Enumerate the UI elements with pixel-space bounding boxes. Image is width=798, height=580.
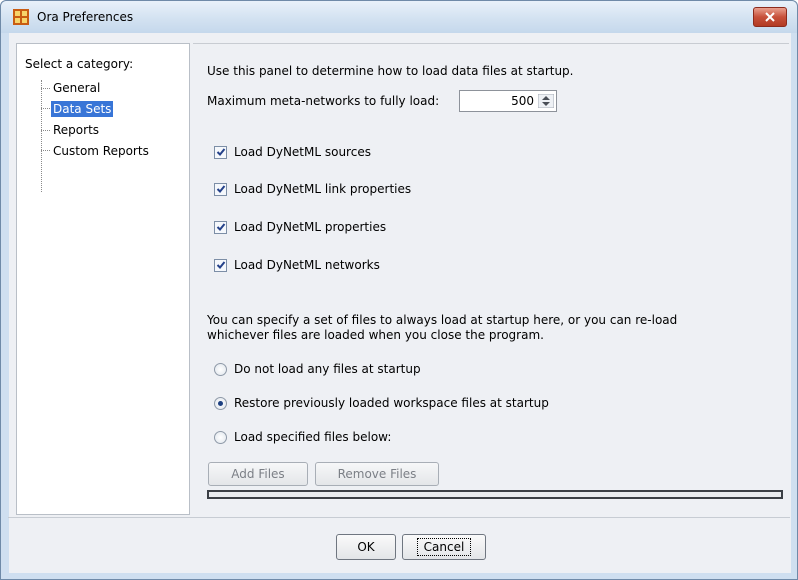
max-networks-label: Maximum meta-networks to fully load:	[207, 94, 440, 108]
radio-selected-dot	[218, 400, 223, 406]
sidebar-item-reports[interactable]: Reports	[51, 122, 101, 138]
radio-do-not-load-label: Do not load any files at startup	[234, 362, 421, 376]
load-sources-label: Load DyNetML sources	[234, 145, 371, 159]
checkmark-icon	[216, 261, 225, 269]
cancel-button-label: Cancel	[416, 538, 472, 556]
checkbox-load-link-properties[interactable]	[214, 182, 227, 196]
close-icon	[765, 12, 775, 22]
startup-note-line-1: You can specify a set of files to always…	[207, 313, 678, 327]
panel-intro: Use this panel to determine how to load …	[207, 64, 574, 78]
sidebar-item-data-sets[interactable]: Data Sets	[51, 101, 114, 117]
remove-files-button[interactable]: Remove Files	[315, 462, 439, 486]
tree-connector	[41, 150, 50, 151]
radio-do-not-load[interactable]	[214, 362, 227, 376]
radio-load-specified-label: Load specified files below:	[234, 430, 392, 444]
window-title: Ora Preferences	[37, 10, 134, 24]
load-sources-checkbox-row[interactable]: Load DyNetML sources	[214, 143, 371, 161]
radio-row-restore[interactable]: Restore previously loaded workspace file…	[214, 394, 549, 412]
footer-divider	[8, 517, 790, 518]
checkmark-icon	[216, 148, 225, 156]
load-link-properties-checkbox-row[interactable]: Load DyNetML link properties	[214, 180, 411, 198]
spinner-arrows-icon[interactable]	[538, 94, 554, 108]
load-properties-label: Load DyNetML properties	[234, 220, 387, 234]
radio-restore-previous[interactable]	[214, 396, 227, 410]
radio-row-no-load[interactable]: Do not load any files at startup	[214, 360, 421, 378]
ok-button[interactable]: OK	[336, 534, 396, 560]
file-list-bar	[207, 490, 783, 499]
sidebar-item-general[interactable]: General	[51, 80, 102, 96]
tree-connector	[41, 88, 50, 89]
category-tree: Select a category: General Data Sets Rep…	[16, 43, 190, 515]
checkbox-load-networks[interactable]	[214, 258, 227, 272]
load-networks-label: Load DyNetML networks	[234, 258, 380, 272]
sidebar-item-custom-reports[interactable]: Custom Reports	[51, 143, 151, 159]
tree-connector	[41, 130, 50, 131]
radio-row-specified[interactable]: Load specified files below:	[214, 428, 391, 446]
category-tree-title: Select a category:	[25, 57, 134, 71]
ora-grid-icon	[13, 9, 29, 25]
max-networks-spinner[interactable]: 500	[459, 90, 557, 112]
checkbox-load-sources[interactable]	[214, 145, 227, 159]
startup-note-line-2: whichever files are loaded when you clos…	[207, 328, 544, 342]
checkmark-icon	[216, 185, 225, 193]
load-properties-checkbox-row[interactable]: Load DyNetML properties	[214, 218, 386, 236]
tree-connector	[41, 80, 42, 192]
radio-restore-previous-label: Restore previously loaded workspace file…	[234, 396, 549, 410]
load-networks-checkbox-row[interactable]: Load DyNetML networks	[214, 256, 380, 274]
checkmark-icon	[216, 223, 225, 231]
max-networks-value[interactable]: 500	[511, 94, 534, 108]
cancel-button[interactable]: Cancel	[402, 534, 486, 560]
tree-connector	[41, 108, 50, 109]
load-link-properties-label: Load DyNetML link properties	[234, 182, 412, 196]
checkbox-load-properties[interactable]	[214, 220, 227, 234]
radio-load-specified[interactable]	[214, 430, 227, 444]
add-files-button[interactable]: Add Files	[208, 462, 308, 486]
title-bar[interactable]: Ora Preferences	[1, 1, 797, 33]
close-button[interactable]	[753, 7, 787, 27]
